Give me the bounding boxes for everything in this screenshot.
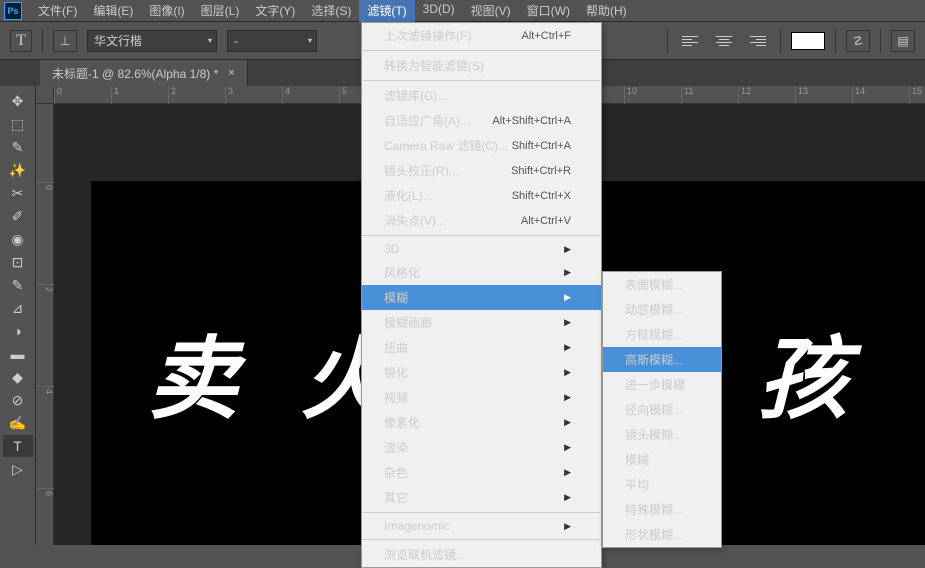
tool-10[interactable]: ◑ — [3, 320, 33, 342]
blur-item[interactable]: 平均 — [603, 472, 721, 497]
blur-item[interactable]: 进一步模糊 — [603, 372, 721, 397]
blur-item[interactable]: 模糊 — [603, 447, 721, 472]
menu-图层[interactable]: 图层(L) — [193, 0, 248, 22]
filter-item[interactable]: 其它▶ — [362, 485, 601, 510]
tool-12[interactable]: ◆ — [3, 366, 33, 388]
warp-text-button[interactable]: ☡ — [846, 30, 870, 52]
blur-item[interactable]: 动感模糊... — [603, 297, 721, 322]
toolbox: ✥⬚✎✨✂✐◉⊡✎⊿◑▬◆⊘✍T▷ — [0, 86, 36, 545]
text-orientation-icon[interactable]: ⊥ — [53, 30, 77, 52]
menu-图像[interactable]: 图像(I) — [141, 0, 192, 22]
filter-item[interactable]: 滤镜库(G)... — [362, 83, 601, 108]
blur-item[interactable]: 镜头模糊... — [603, 422, 721, 447]
blur-item[interactable]: 方框模糊... — [603, 322, 721, 347]
ruler-vertical: 02468 — [36, 104, 54, 545]
menu-文字[interactable]: 文字(Y) — [247, 0, 303, 22]
blur-item[interactable]: 形状模糊... — [603, 522, 721, 547]
blur-item[interactable]: 特殊模糊... — [603, 497, 721, 522]
align-right-button[interactable] — [746, 31, 770, 51]
filter-item[interactable]: 模糊▶ — [362, 285, 601, 310]
close-icon[interactable]: × — [228, 67, 234, 79]
tool-13[interactable]: ⊘ — [3, 389, 33, 411]
align-center-button[interactable] — [712, 31, 736, 51]
tool-5[interactable]: ✐ — [3, 205, 33, 227]
tool-11[interactable]: ▬ — [3, 343, 33, 365]
menu-3D[interactable]: 3D(D) — [415, 0, 463, 22]
menu-窗口[interactable]: 窗口(W) — [519, 0, 578, 22]
blur-item[interactable]: 表面模糊... — [603, 272, 721, 297]
menu-帮助[interactable]: 帮助(H) — [578, 0, 635, 22]
tool-1[interactable]: ⬚ — [3, 113, 33, 135]
tool-8[interactable]: ✎ — [3, 274, 33, 296]
tool-3[interactable]: ✨ — [3, 159, 33, 181]
filter-item[interactable]: 渲染▶ — [362, 435, 601, 460]
filter-menu-dropdown: 上次滤镜操作(F)Alt+Ctrl+F 转换为智能滤镜(S) 滤镜库(G)...自适… — [361, 22, 602, 568]
filter-item[interactable]: 风格化▶ — [362, 260, 601, 285]
filter-item[interactable]: 3D▶ — [362, 238, 601, 260]
tab-title: 未标题-1 @ 82.6%(Alpha 1/8) * — [52, 65, 218, 82]
filter-item[interactable]: Camera Raw 滤镜(C)...Shift+Ctrl+A — [362, 133, 601, 158]
filter-item[interactable]: 浏览联机滤镜... — [362, 542, 601, 567]
tool-7[interactable]: ⊡ — [3, 251, 33, 273]
tool-14[interactable]: ✍ — [3, 412, 33, 434]
menu-视图[interactable]: 视图(V) — [463, 0, 519, 22]
filter-item[interactable]: 液化(L)...Shift+Ctrl+X — [362, 183, 601, 208]
menubar: Ps 文件(F)编辑(E)图像(I)图层(L)文字(Y)选择(S)滤镜(T)3D… — [0, 0, 925, 22]
text-color-swatch[interactable] — [791, 32, 825, 50]
menu-文件[interactable]: 文件(F) — [30, 0, 85, 22]
menu-选择[interactable]: 选择(S) — [303, 0, 359, 22]
filter-item: 自适应广角(A)...Alt+Shift+Ctrl+A — [362, 108, 601, 133]
filter-item: 消失点(V)...Alt+Ctrl+V — [362, 208, 601, 233]
filter-item[interactable]: 扭曲▶ — [362, 335, 601, 360]
blur-item[interactable]: 高斯模糊... — [603, 347, 721, 372]
tool-9[interactable]: ⊿ — [3, 297, 33, 319]
filter-item[interactable]: 转换为智能滤镜(S) — [362, 53, 601, 78]
blur-item[interactable]: 径向模糊... — [603, 397, 721, 422]
tool-2[interactable]: ✎ — [3, 136, 33, 158]
filter-item[interactable]: 锐化▶ — [362, 360, 601, 385]
tool-6[interactable]: ◉ — [3, 228, 33, 250]
filter-item: 模糊画廊▶ — [362, 310, 601, 335]
menu-滤镜[interactable]: 滤镜(T) — [359, 0, 414, 22]
font-family-select[interactable]: 华文行楷▾ — [87, 30, 217, 52]
align-left-button[interactable] — [678, 31, 702, 51]
panels-button[interactable]: ▤ — [891, 30, 915, 52]
filter-item[interactable]: 上次滤镜操作(F)Alt+Ctrl+F — [362, 23, 601, 48]
app-icon: Ps — [4, 2, 22, 20]
tool-4[interactable]: ✂ — [3, 182, 33, 204]
tool-16[interactable]: ▷ — [3, 458, 33, 480]
filter-item[interactable]: Imagenomic▶ — [362, 515, 601, 537]
menu-编辑[interactable]: 编辑(E) — [85, 0, 141, 22]
document-tab[interactable]: 未标题-1 @ 82.6%(Alpha 1/8) * × — [40, 60, 248, 86]
ruler-corner — [36, 86, 54, 104]
filter-item: 镜头校正(R)...Shift+Ctrl+R — [362, 158, 601, 183]
filter-item[interactable]: 像素化▶ — [362, 410, 601, 435]
tool-0[interactable]: ✥ — [3, 90, 33, 112]
filter-item[interactable]: 杂色▶ — [362, 460, 601, 485]
blur-submenu-dropdown: 表面模糊...动感模糊...方框模糊...高斯模糊...进一步模糊径向模糊...… — [602, 271, 722, 548]
tool-indicator: T — [10, 30, 32, 52]
tool-15[interactable]: T — [3, 435, 33, 457]
font-style-select[interactable]: -▾ — [227, 30, 317, 52]
filter-item[interactable]: 视频▶ — [362, 385, 601, 410]
